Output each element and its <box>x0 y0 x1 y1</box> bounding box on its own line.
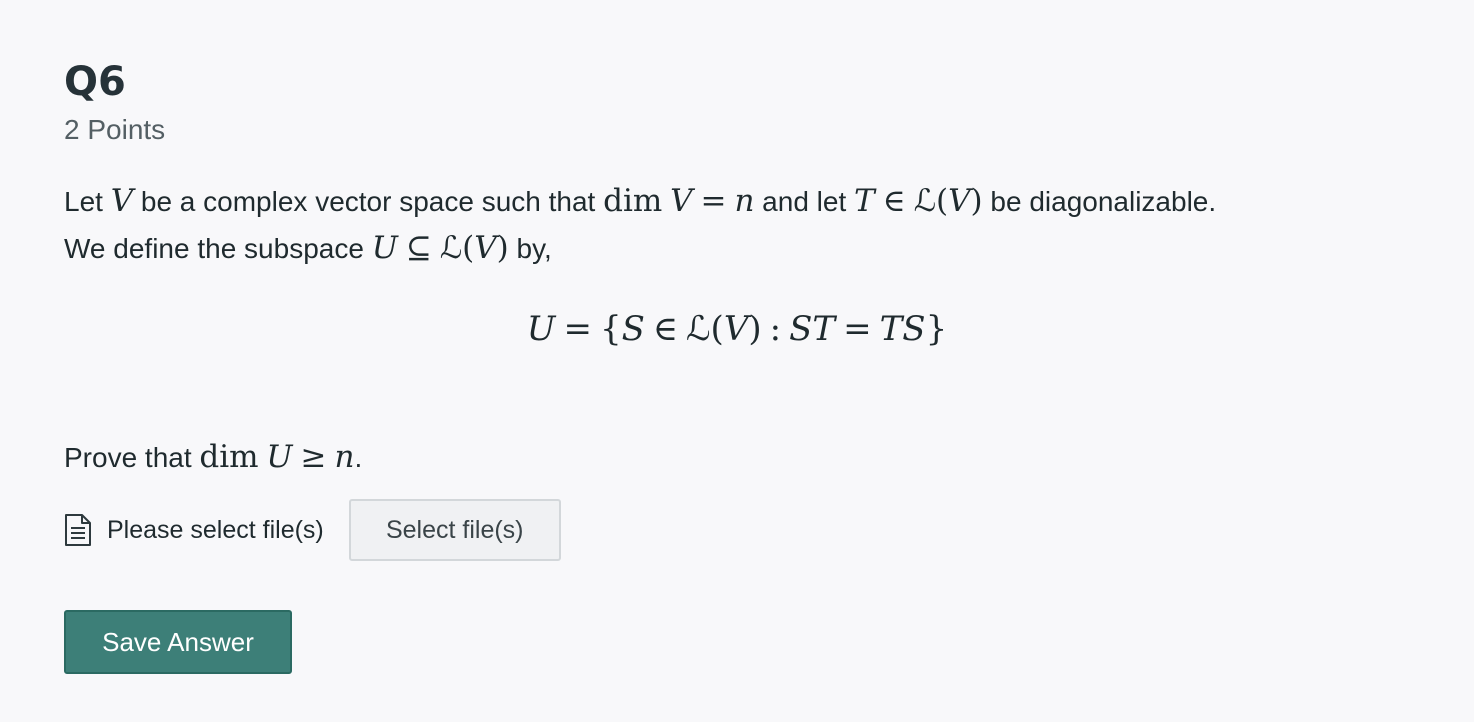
math-symbol: = <box>563 309 592 349</box>
math-symbol: ) <box>496 230 509 266</box>
math-symbol: { <box>599 309 622 349</box>
math-operator: dim <box>199 439 259 475</box>
math-symbol: ⊆ <box>405 230 432 266</box>
math-symbol: ∈ <box>652 309 679 349</box>
document-icon <box>64 513 92 547</box>
math-var: ST <box>789 309 836 349</box>
math-symbol: ℒ <box>686 309 711 349</box>
prompt-text: be diagonalizable. <box>982 186 1217 217</box>
prompt-text: be a complex vector space such that <box>133 186 604 217</box>
math-var: S <box>621 309 645 349</box>
math-symbol: ) <box>970 183 983 219</box>
math-var: V <box>948 183 971 219</box>
prompt-text: by, <box>508 233 552 264</box>
math-symbol: ( <box>936 183 949 219</box>
math-symbol: = <box>700 183 727 219</box>
math-var: n <box>334 439 355 475</box>
prompt-text: Prove that <box>64 442 200 473</box>
math-var: V <box>723 309 749 349</box>
math-symbol: ≥ <box>300 439 327 475</box>
math-symbol: } <box>925 309 948 349</box>
math-var: U <box>371 230 398 266</box>
prove-statement: Prove that dim U ≥ n. <box>64 434 362 481</box>
math-symbol: ℒ <box>913 183 937 219</box>
math-symbol: ( <box>710 309 724 349</box>
prompt-text: We define the subspace <box>64 233 372 264</box>
math-operator: dim <box>603 183 663 219</box>
display-equation: U = {S ∈ ℒ(V): ST = TS} <box>64 304 1410 354</box>
math-var: V <box>474 230 497 266</box>
file-status-label: Please select file(s) <box>107 515 324 544</box>
math-symbol: ) <box>748 309 762 349</box>
math-symbol: : <box>769 309 782 349</box>
math-var: TS <box>879 309 926 349</box>
question-points: 2 Points <box>64 114 166 145</box>
question-title: Q6 <box>64 59 126 105</box>
math-symbol: ∈ <box>882 183 906 219</box>
math-var: V <box>670 183 693 219</box>
select-files-button[interactable]: Select file(s) <box>348 499 561 561</box>
math-symbol: = <box>843 309 872 349</box>
question-prompt: Let V be a complex vector space such tha… <box>64 178 1444 272</box>
file-upload-row: Please select file(s) Select file(s) <box>64 498 561 562</box>
math-symbol: ( <box>462 230 475 266</box>
math-var: n <box>734 183 755 219</box>
math-symbol: ℒ <box>439 230 463 266</box>
save-answer-button[interactable]: Save Answer <box>64 610 292 674</box>
prompt-text: Let <box>64 186 111 217</box>
prompt-text: and let <box>754 186 855 217</box>
math-var: V <box>110 183 134 219</box>
math-var: T <box>854 183 875 219</box>
math-var: U <box>526 309 556 349</box>
math-var: U <box>266 439 293 475</box>
prompt-text: . <box>354 442 363 473</box>
